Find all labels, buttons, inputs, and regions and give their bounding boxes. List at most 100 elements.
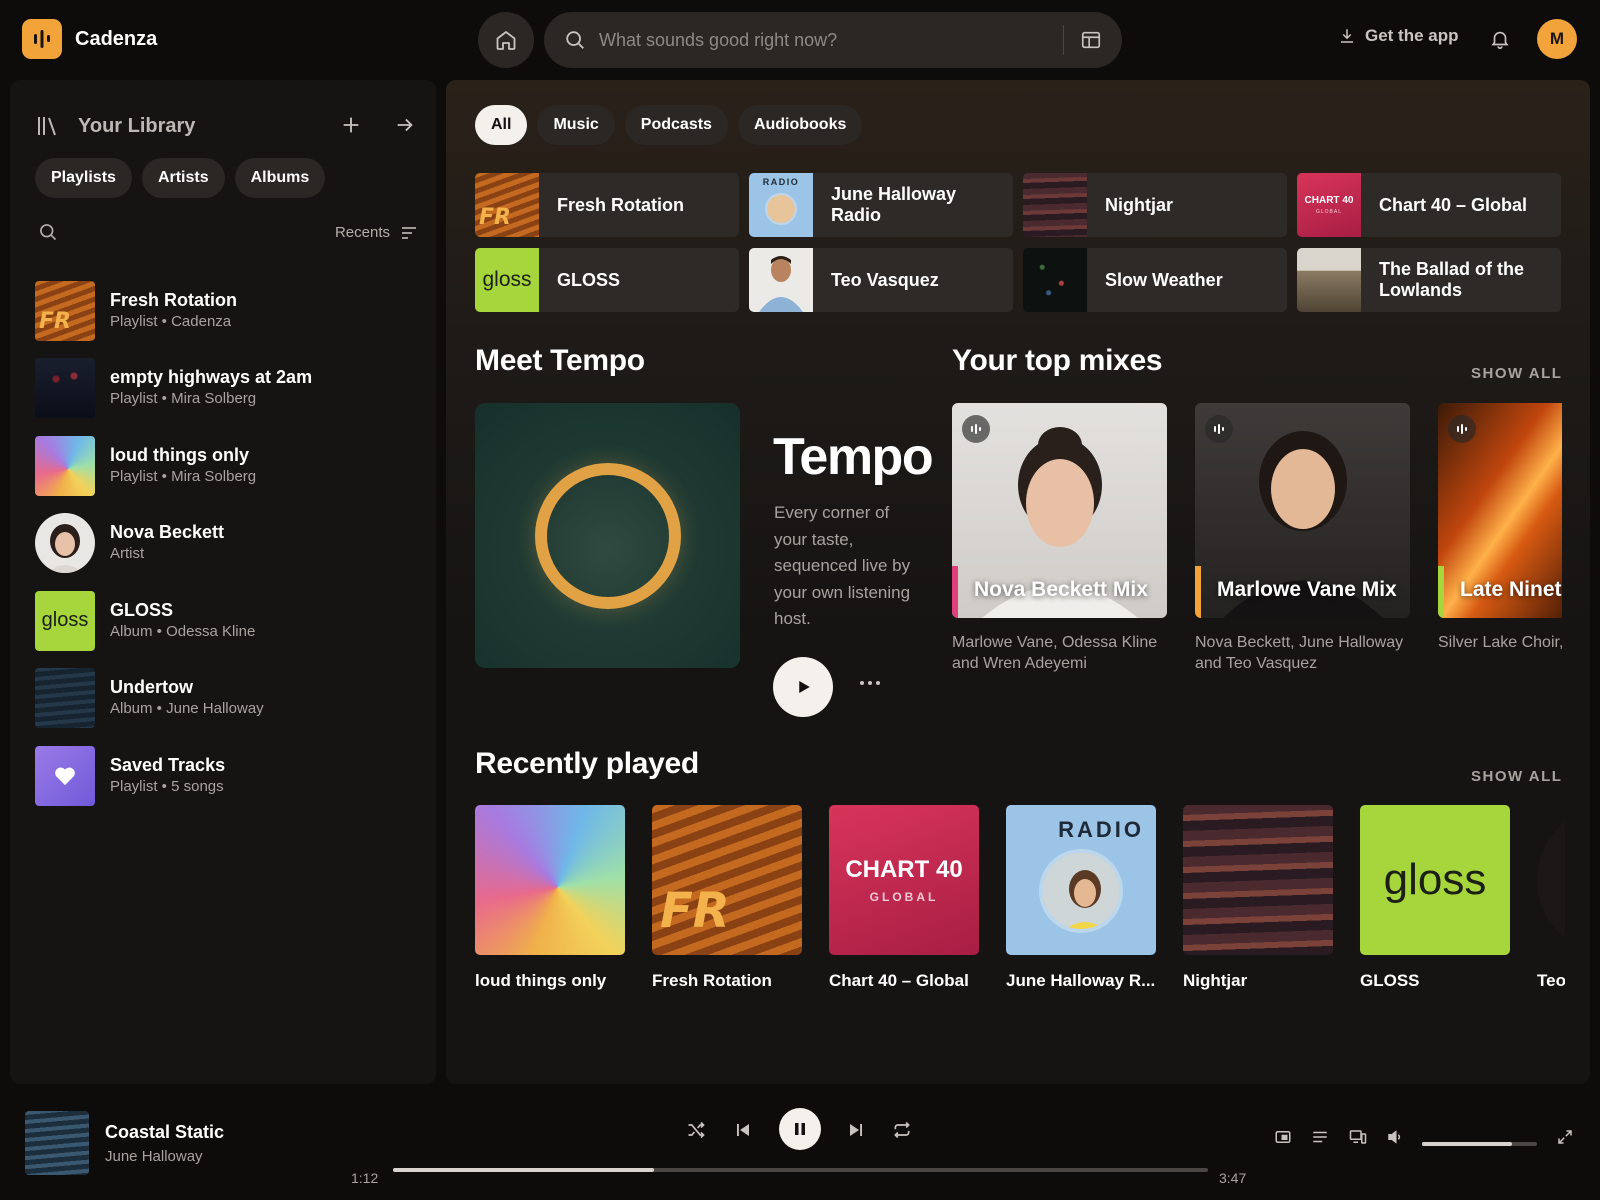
filter-music[interactable]: Music <box>537 105 615 145</box>
quick-card[interactable]: The Ballad of the Lowlands <box>1297 248 1561 312</box>
library-item[interactable]: Saved Tracks Playlist • 5 songs <box>35 737 425 815</box>
quick-card[interactable]: RADIO June Halloway Radio <box>749 173 1013 237</box>
search-divider <box>1063 25 1064 55</box>
library-item[interactable]: empty highways at 2am Playlist • Mira Sol… <box>35 350 425 428</box>
progress-bar[interactable] <box>393 1168 1208 1172</box>
expand-arrow-icon[interactable] <box>394 114 416 136</box>
search-input[interactable] <box>599 29 1063 51</box>
recent-card[interactable]: Teo Vasquez <box>1537 805 1565 991</box>
cover-slow-weather <box>1023 248 1087 312</box>
cover-nightjar <box>1183 805 1333 955</box>
connect-device-icon[interactable] <box>1348 1128 1368 1146</box>
quick-card-title: Chart 40 – Global <box>1379 194 1528 215</box>
chip-playlists[interactable]: Playlists <box>35 158 132 198</box>
filter-podcasts[interactable]: Podcasts <box>624 105 728 145</box>
now-playing-title[interactable]: Coastal Static <box>105 1122 224 1143</box>
tempo-play-button[interactable] <box>773 657 833 717</box>
previous-track-icon[interactable] <box>734 1120 752 1140</box>
library-title[interactable]: Your Library <box>78 115 195 138</box>
browse-icon[interactable] <box>1080 29 1102 51</box>
recent-card[interactable]: RADIO June Halloway R... <box>1006 805 1156 991</box>
more-options-icon[interactable] <box>858 679 882 687</box>
recent-card[interactable]: CHART 40 GLOBAL Chart 40 – Global <box>829 805 979 991</box>
mix-card[interactable]: Late Nineties Silver Lake Choir, Tran, T… <box>1438 403 1562 653</box>
cover-text: gloss <box>482 268 532 291</box>
cover-text: CHART 40 <box>1304 195 1354 206</box>
library-search-icon[interactable] <box>38 222 58 242</box>
recent-show-all-link[interactable]: SHOW ALL <box>1471 768 1562 785</box>
shuffle-icon[interactable] <box>686 1120 706 1140</box>
cover-gloss: gloss <box>35 590 95 651</box>
notifications-bell-icon[interactable] <box>1489 28 1511 50</box>
item-subtitle: Playlist • Mira Solberg <box>110 467 257 485</box>
pause-icon <box>795 1123 805 1135</box>
cover-fresh-rotation: FR <box>475 173 539 237</box>
tempo-artwork[interactable] <box>475 403 740 668</box>
library-item[interactable]: loud things only Playlist • Mira Solberg <box>35 427 425 505</box>
home-button[interactable] <box>478 12 534 68</box>
library-item[interactable]: gloss GLOSS Album • Odessa Kline <box>35 582 425 660</box>
search-icon <box>566 31 584 49</box>
recently-played-row: loud things only FR Fresh Rotation CHART… <box>475 805 1565 1005</box>
volume-fill <box>1422 1142 1512 1146</box>
playback-controls <box>686 1108 910 1152</box>
cover-text: GLOBAL <box>1315 209 1342 215</box>
library-tools: Recents <box>38 222 418 246</box>
volume-slider[interactable] <box>1422 1142 1537 1146</box>
library-filter-chips: Playlists Artists Albums <box>35 158 326 198</box>
chip-artists[interactable]: Artists <box>141 158 225 198</box>
cover-saved-tracks <box>35 745 95 806</box>
library-header: Your Library <box>36 110 416 142</box>
create-plus-icon[interactable] <box>340 114 362 136</box>
library-icon[interactable] <box>36 114 62 138</box>
mix-title: Late Nineties <box>1460 578 1562 601</box>
mix-badge-icon <box>1205 415 1233 443</box>
mix-card[interactable]: Marlowe Vane Mix Nova Beckett, June Hall… <box>1195 403 1410 674</box>
queue-icon[interactable] <box>1311 1128 1329 1146</box>
get-app-link[interactable]: Get the app <box>1338 26 1459 46</box>
now-playing-view-icon[interactable] <box>1274 1128 1292 1146</box>
library-item[interactable]: Undertow Album • June Halloway <box>35 660 425 738</box>
repeat-icon[interactable] <box>892 1120 912 1140</box>
quick-card[interactable]: gloss GLOSS <box>475 248 739 312</box>
cover-loud <box>475 805 625 955</box>
recent-card[interactable]: FR Fresh Rotation <box>652 805 802 991</box>
pause-button[interactable] <box>779 1108 821 1150</box>
sort-recents-button[interactable]: Recents <box>335 224 418 241</box>
search-bar <box>544 12 1122 68</box>
quick-card[interactable]: FR Fresh Rotation <box>475 173 739 237</box>
recent-card-title: loud things only <box>475 971 607 990</box>
next-track-icon[interactable] <box>847 1120 865 1140</box>
quick-card-title: Fresh Rotation <box>557 194 685 215</box>
recent-card[interactable]: gloss GLOSS <box>1360 805 1510 991</box>
quick-card[interactable]: Teo Vasquez <box>749 248 1013 312</box>
brand[interactable]: Cadenza <box>22 19 157 59</box>
mixes-show-all-link[interactable]: SHOW ALL <box>1471 365 1562 382</box>
item-name: Nova Beckett <box>110 522 225 543</box>
main-view: All Music Podcasts Audiobooks FR Fresh R… <box>446 80 1590 1084</box>
item-subtitle: Album • Odessa Kline <box>110 622 256 640</box>
mix-artists: Silver Lake Choir, Tran, The… <box>1438 634 1562 651</box>
filter-audiobooks[interactable]: Audiobooks <box>737 105 863 145</box>
item-subtitle: Playlist • Cadenza <box>110 312 232 330</box>
quick-card[interactable]: CHART 40 GLOBAL Chart 40 – Global <box>1297 173 1561 237</box>
recent-card-title: GLOSS <box>1360 971 1420 990</box>
user-avatar[interactable]: M <box>1537 19 1577 59</box>
quick-card[interactable]: Slow Weather <box>1023 248 1287 312</box>
recent-card[interactable]: Nightjar <box>1183 805 1333 991</box>
fullscreen-icon[interactable] <box>1556 1128 1574 1146</box>
quick-card[interactable]: Nightjar <box>1023 173 1287 237</box>
mix-card[interactable]: Nova Beckett Mix Marlowe Vane, Odessa Kl… <box>952 403 1167 674</box>
recent-card-title: Fresh Rotation <box>652 971 772 990</box>
recent-card-title: Nightjar <box>1183 971 1248 990</box>
now-playing-artist[interactable]: June Halloway <box>105 1148 203 1165</box>
now-playing-cover[interactable] <box>25 1111 89 1175</box>
volume-icon[interactable] <box>1386 1128 1404 1146</box>
recent-card[interactable]: loud things only <box>475 805 625 991</box>
library-item[interactable]: Nova Beckett Artist <box>35 505 425 583</box>
filter-all[interactable]: All <box>475 105 528 145</box>
section-title-recent: Recently played <box>475 747 699 780</box>
item-name: empty highways at 2am <box>110 367 313 388</box>
chip-albums[interactable]: Albums <box>234 158 326 198</box>
library-item[interactable]: FR Fresh Rotation Playlist • Cadenza <box>35 272 425 350</box>
